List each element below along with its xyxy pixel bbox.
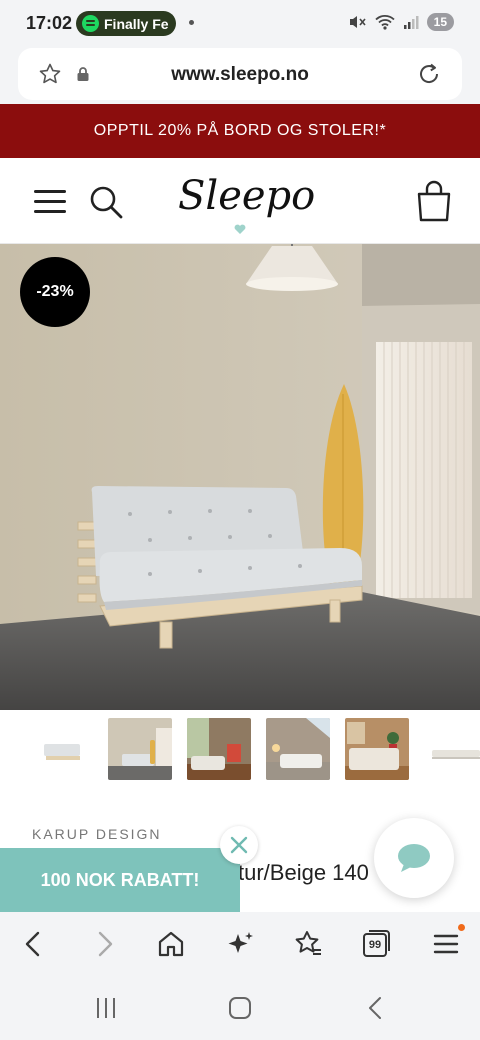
thumbnail-2[interactable] (108, 718, 172, 780)
discount-badge: -23% (20, 257, 90, 327)
home-icon[interactable] (155, 928, 187, 960)
bookmarks-icon[interactable] (292, 928, 324, 960)
wifi-icon (375, 15, 395, 30)
browser-bottom-nav: 99 (0, 912, 480, 976)
thumbnail-3[interactable] (187, 718, 251, 780)
status-time: 17:02 (26, 13, 73, 33)
spotify-icon (82, 15, 99, 32)
logo-text: Sleepo (178, 173, 316, 219)
chat-button[interactable] (374, 818, 454, 898)
now-playing-text: Finally Fe (104, 15, 169, 32)
thumbnail-1[interactable] (30, 718, 94, 780)
heart-icon (234, 224, 246, 234)
reload-icon[interactable] (416, 61, 442, 87)
back-button-icon[interactable] (362, 994, 390, 1022)
ai-sparkle-icon[interactable] (224, 928, 256, 960)
tabs-count: 99 (368, 939, 382, 951)
chat-bubble-icon (398, 844, 430, 872)
tabs-button[interactable]: 99 (360, 928, 392, 960)
url-text[interactable]: www.sleepo.no (18, 64, 462, 86)
thumbnail-5[interactable] (345, 718, 409, 780)
site-header: Sleepo (0, 158, 480, 244)
hamburger-menu-icon[interactable] (34, 190, 68, 214)
signal-icon (403, 16, 419, 29)
thumbnail-6[interactable] (424, 718, 480, 780)
site-logo[interactable]: Sleepo (178, 168, 316, 238)
shopping-bag-icon[interactable] (416, 180, 452, 222)
discount-popup-label: 100 NOK RABATT! (40, 869, 200, 890)
product-title: tur/Beige 140 (238, 860, 369, 885)
discount-popup-tab[interactable]: 100 NOK RABATT! (0, 848, 240, 912)
back-icon[interactable] (18, 928, 50, 960)
close-icon (230, 836, 248, 854)
promo-text: OPPTIL 20% PÅ BORD OG STOLER!* (93, 122, 387, 139)
thumbnail-gallery (0, 712, 480, 790)
notification-dot (189, 20, 194, 25)
home-button-icon[interactable] (226, 994, 254, 1022)
menu-icon[interactable] (430, 928, 462, 960)
battery-indicator: 15 (426, 13, 454, 31)
menu-notification-dot (458, 924, 465, 931)
address-bar[interactable]: www.sleepo.no (18, 48, 462, 100)
promo-banner[interactable]: OPPTIL 20% PÅ BORD OG STOLER!* (0, 104, 480, 158)
close-discount-button[interactable] (220, 826, 258, 864)
browser-toolbar: www.sleepo.no (0, 46, 480, 104)
status-indicators: 15 (349, 13, 454, 31)
system-nav-bar (0, 976, 480, 1040)
forward-icon[interactable] (88, 928, 120, 960)
product-brand[interactable]: KARUP DESIGN (32, 826, 162, 842)
mute-icon (349, 16, 366, 28)
thumbnail-4[interactable] (266, 718, 330, 780)
now-playing-pill[interactable]: Finally Fe (76, 11, 176, 36)
search-icon[interactable] (88, 184, 124, 220)
status-bar: 17:02 Finally Fe 15 (0, 0, 480, 46)
recents-icon[interactable] (92, 994, 120, 1022)
